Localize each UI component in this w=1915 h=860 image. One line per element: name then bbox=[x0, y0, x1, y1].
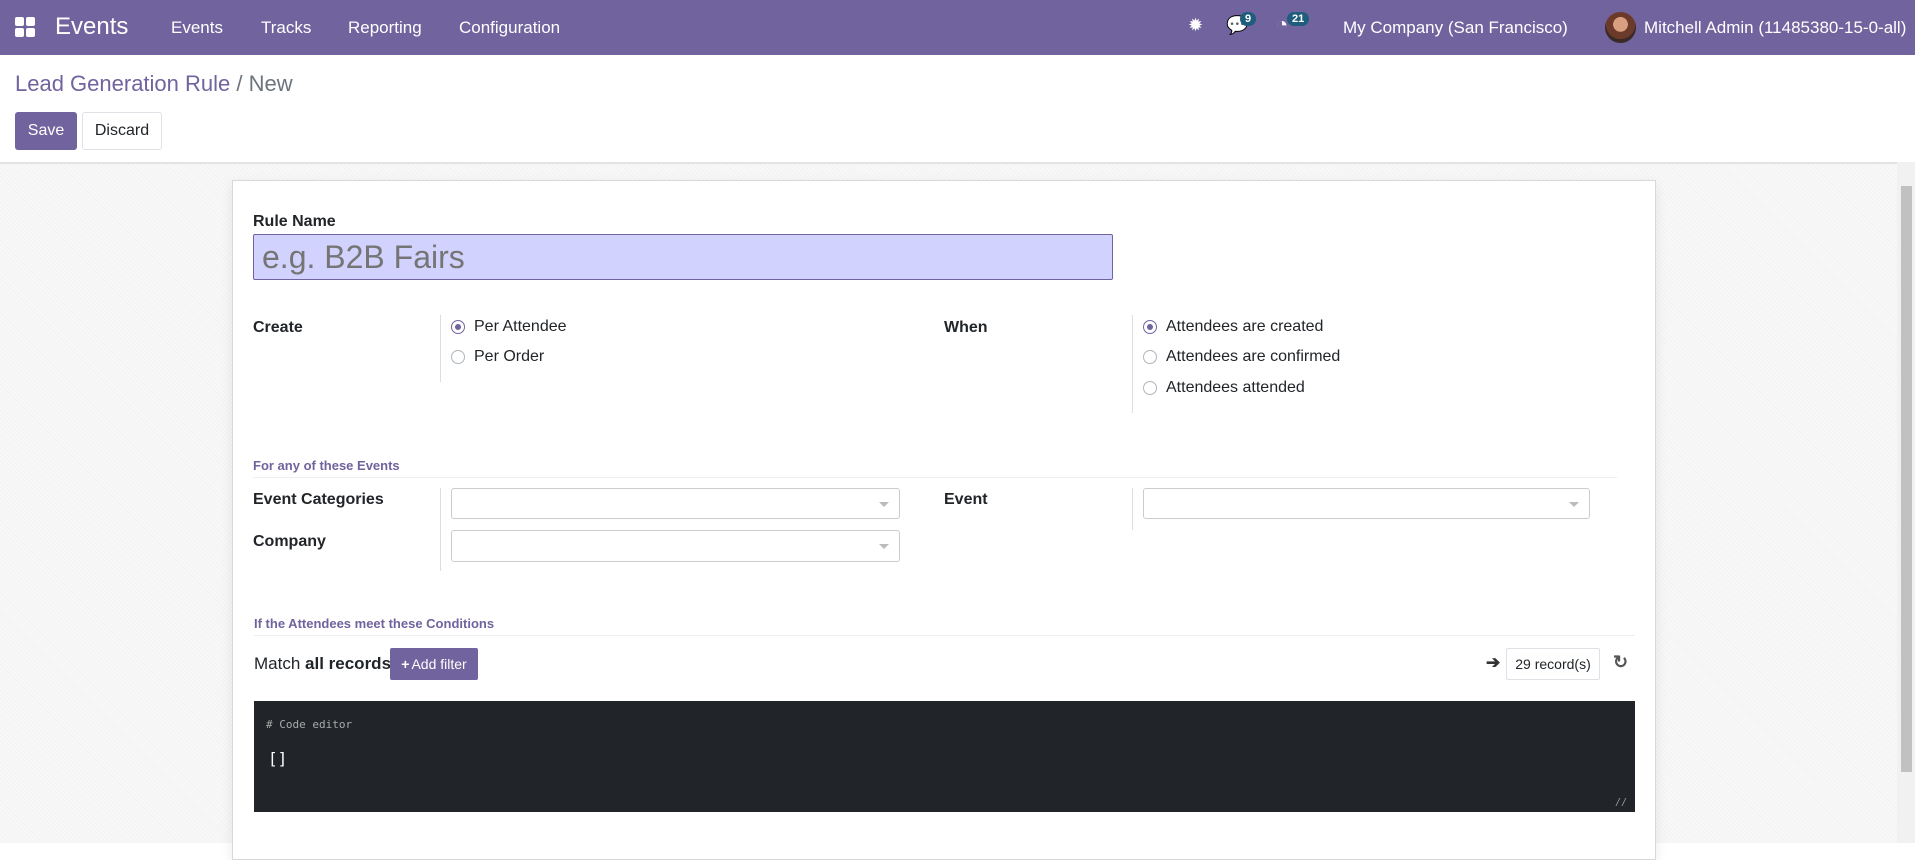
radio-label: Per Attendee bbox=[474, 318, 567, 335]
menu-reporting[interactable]: Reporting bbox=[348, 18, 422, 38]
radio-attendees-attended[interactable]: Attendees attended bbox=[1143, 379, 1305, 397]
radio-label: Per Order bbox=[474, 348, 545, 365]
radio-unchecked-icon bbox=[451, 350, 465, 364]
breadcrumb-current: New bbox=[248, 71, 293, 96]
radio-label: Attendees are created bbox=[1166, 318, 1324, 335]
match-prefix: Match bbox=[254, 654, 301, 673]
radio-attendees-created[interactable]: Attendees are created bbox=[1143, 318, 1323, 336]
radio-label: Attendees are confirmed bbox=[1166, 348, 1341, 365]
divider bbox=[1132, 488, 1133, 530]
code-editor-value[interactable]: [] bbox=[268, 749, 287, 768]
radio-checked-icon bbox=[1143, 320, 1157, 334]
menu-configuration[interactable]: Configuration bbox=[459, 18, 560, 38]
discard-button[interactable]: Discard bbox=[82, 112, 162, 150]
radio-per-order[interactable]: Per Order bbox=[451, 348, 544, 366]
code-editor[interactable]: # Code editor [] // bbox=[254, 701, 1635, 812]
event-select[interactable] bbox=[1143, 488, 1590, 519]
conditions-section-title: If the Attendees meet these Conditions bbox=[254, 616, 495, 631]
create-label: Create bbox=[253, 319, 303, 336]
divider bbox=[440, 488, 441, 571]
divider bbox=[440, 315, 441, 382]
company-label: Company bbox=[253, 533, 326, 550]
records-count-button[interactable]: 29 record(s) bbox=[1506, 648, 1600, 680]
event-categories-select[interactable] bbox=[451, 488, 900, 519]
rule-name-label: Rule Name bbox=[253, 213, 336, 230]
match-text: Match all records bbox=[254, 654, 391, 674]
menu-events[interactable]: Events bbox=[171, 18, 223, 38]
arrow-right-icon[interactable]: ➔ bbox=[1486, 653, 1500, 673]
radio-label: Attendees attended bbox=[1166, 379, 1305, 396]
refresh-icon[interactable]: ↻ bbox=[1613, 652, 1628, 673]
top-navbar: Events Events Tracks Reporting Configura… bbox=[0, 0, 1915, 55]
breadcrumb-parent[interactable]: Lead Generation Rule bbox=[15, 71, 230, 96]
event-label: Event bbox=[944, 491, 988, 508]
when-label: When bbox=[944, 319, 988, 336]
match-value: all records bbox=[305, 654, 392, 673]
plus-icon: + bbox=[401, 656, 410, 672]
section-divider bbox=[253, 477, 1617, 478]
rule-name-input[interactable] bbox=[253, 234, 1113, 280]
scrollbar-thumb[interactable] bbox=[1901, 186, 1912, 772]
scrollbar[interactable] bbox=[1897, 162, 1915, 843]
resize-handle-icon[interactable]: // bbox=[1615, 797, 1627, 808]
events-section-title: For any of these Events bbox=[253, 458, 400, 473]
menu-tracks[interactable]: Tracks bbox=[261, 18, 311, 38]
company-switcher[interactable]: My Company (San Francisco) bbox=[1343, 18, 1568, 38]
breadcrumb-separator: / bbox=[236, 71, 243, 96]
section-divider bbox=[254, 635, 1635, 636]
radio-unchecked-icon bbox=[1143, 350, 1157, 364]
app-grid-icon[interactable] bbox=[15, 17, 35, 37]
user-avatar[interactable] bbox=[1605, 12, 1636, 43]
user-menu[interactable]: Mitchell Admin (11485380-15-0-all) bbox=[1644, 18, 1906, 38]
company-select[interactable] bbox=[451, 530, 900, 562]
radio-per-attendee[interactable]: Per Attendee bbox=[451, 318, 567, 336]
code-editor-comment: # Code editor bbox=[266, 718, 353, 731]
radio-attendees-confirmed[interactable]: Attendees are confirmed bbox=[1143, 348, 1340, 366]
divider bbox=[1132, 315, 1133, 413]
debug-bug-icon[interactable]: ✹ bbox=[1188, 15, 1203, 36]
breadcrumb: Lead Generation Rule / New bbox=[15, 71, 293, 97]
add-filter-button[interactable]: + Add filter bbox=[390, 648, 478, 680]
save-button[interactable]: Save bbox=[15, 112, 77, 150]
radio-checked-icon bbox=[451, 320, 465, 334]
messages-badge: 9 bbox=[1240, 12, 1257, 26]
event-categories-label: Event Categories bbox=[253, 491, 384, 508]
add-filter-label: Add filter bbox=[411, 656, 467, 672]
radio-unchecked-icon bbox=[1143, 381, 1157, 395]
app-name[interactable]: Events bbox=[55, 13, 128, 41]
activities-badge: 21 bbox=[1287, 12, 1310, 26]
